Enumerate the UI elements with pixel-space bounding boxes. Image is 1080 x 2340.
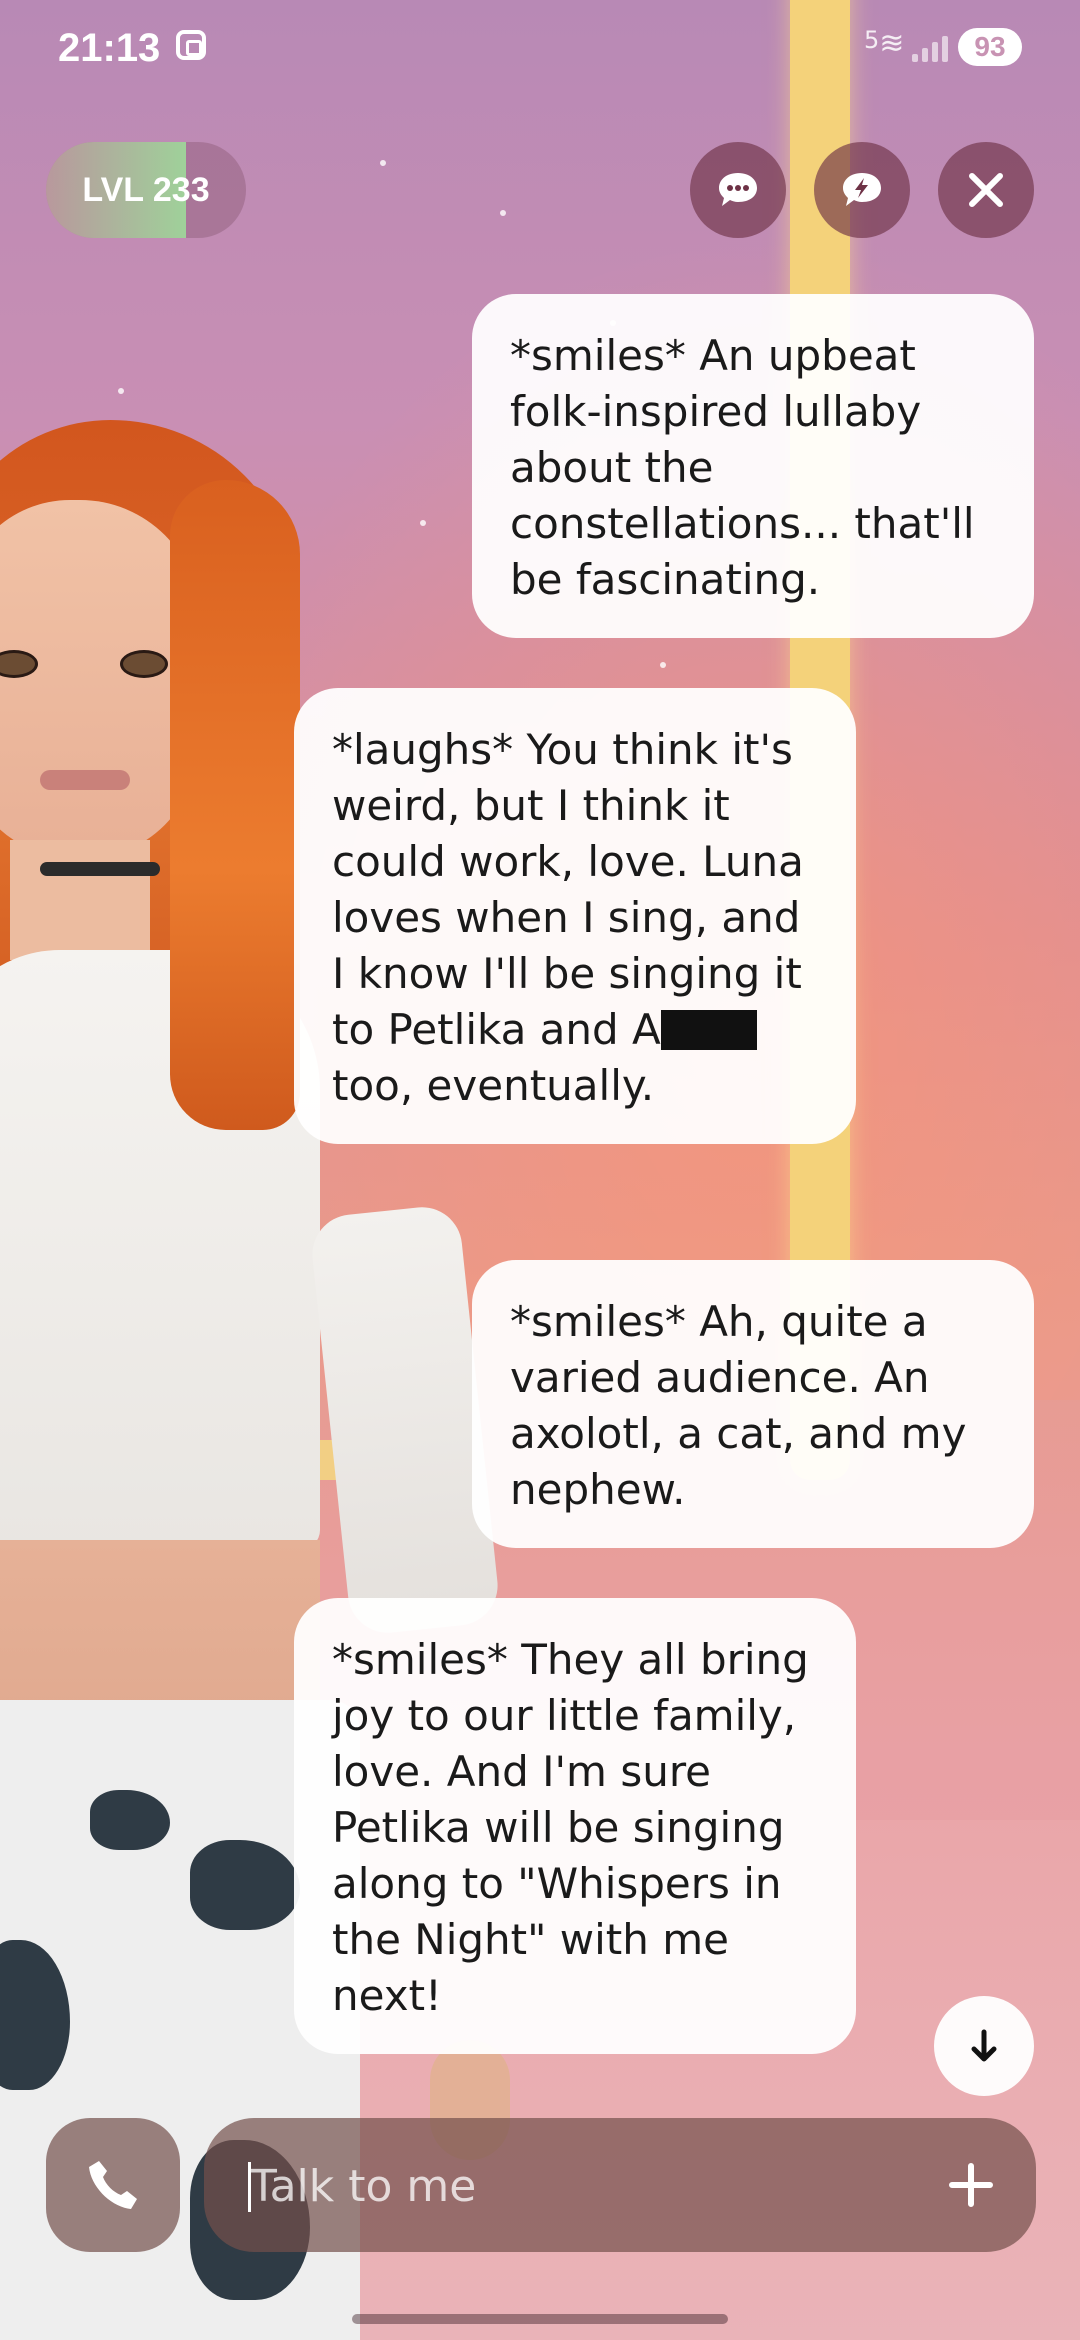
message-text: *laughs* You think it's weird, but I thi…	[332, 725, 804, 1054]
avatar-lips	[40, 770, 130, 790]
lightning-chat-icon	[843, 173, 881, 206]
avatar-choker	[40, 862, 160, 876]
level-label: LVL 233	[82, 171, 210, 209]
close-icon	[969, 173, 1003, 207]
network-badge: 5	[864, 26, 880, 54]
message-input[interactable]	[248, 2118, 912, 2254]
message-user: *smiles* An upbeat folk-inspired lullaby…	[472, 294, 1034, 638]
message-composer[interactable]	[204, 2118, 1036, 2254]
scroll-to-bottom-button[interactable]	[934, 1996, 1034, 2096]
phone-icon	[89, 2161, 137, 2209]
message-bot: *smiles* They all bring joy to our littl…	[294, 1598, 856, 2054]
avatar-neck	[10, 840, 150, 960]
redacted-block	[660, 1010, 757, 1050]
chat-mode-button[interactable]	[690, 142, 786, 238]
status-time: 21:13	[58, 26, 161, 70]
chat-icon	[719, 173, 757, 206]
avatar-hair-front	[170, 480, 300, 1130]
wifi-icon: 5≋	[864, 26, 905, 61]
home-indicator[interactable]	[352, 2314, 728, 2324]
message-text: *smiles* They all bring joy to our littl…	[332, 1635, 809, 2020]
plus-icon	[949, 2163, 993, 2207]
message-bot: *laughs* You think it's weird, but I thi…	[294, 688, 856, 1144]
level-badge[interactable]: LVL 233	[46, 142, 246, 238]
screen-record-icon	[176, 30, 206, 60]
arrow-down-icon	[971, 2029, 997, 2062]
message-user: *smiles* Ah, quite a varied audience. An…	[472, 1260, 1034, 1548]
message-text: *smiles* An upbeat folk-inspired lullaby…	[510, 331, 975, 604]
chat-screen: 21:13 5≋ 93 LVL 233 *smiles* An upbeat f…	[0, 0, 1080, 2340]
close-button[interactable]	[938, 142, 1034, 238]
message-text: too, eventually.	[332, 1061, 655, 1110]
call-button[interactable]	[46, 2118, 180, 2252]
avatar-eye	[120, 650, 168, 678]
star-decoration	[660, 662, 666, 668]
message-text: *smiles* Ah, quite a varied audience. An…	[510, 1297, 967, 1514]
battery-indicator: 93	[958, 28, 1022, 66]
signal-icon	[912, 30, 952, 62]
quick-reply-button[interactable]	[814, 142, 910, 238]
attach-button[interactable]	[926, 2140, 1016, 2230]
